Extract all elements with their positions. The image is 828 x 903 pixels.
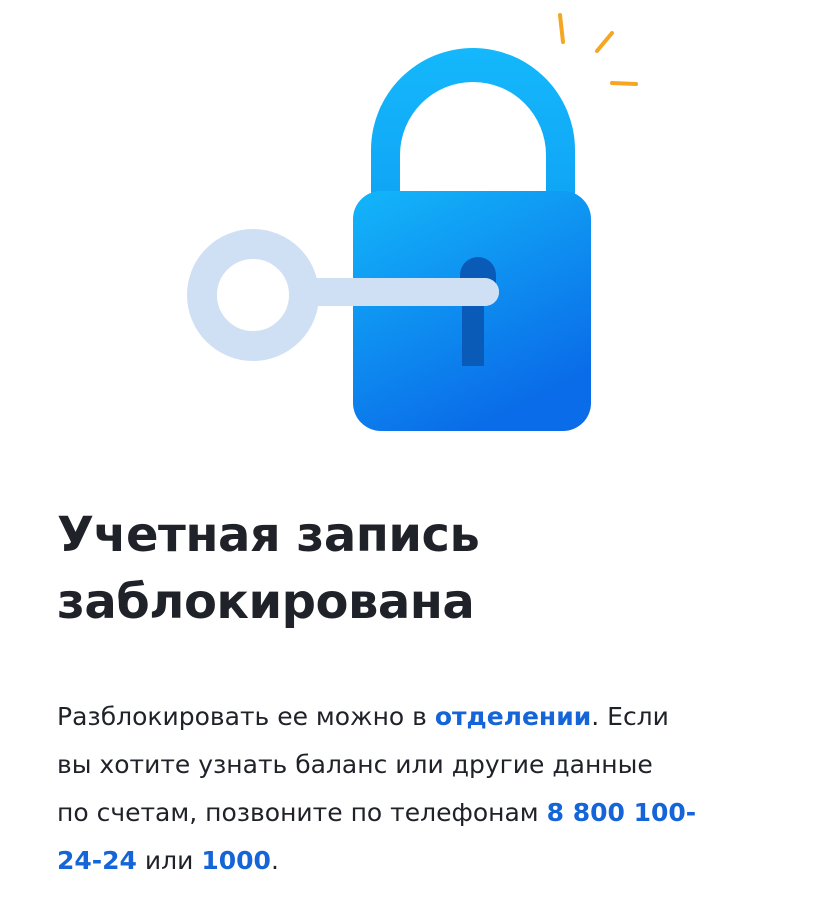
description-text-2: . Если [591, 702, 669, 731]
phone-link-1000[interactable]: 1000 [201, 846, 271, 875]
description-text-5: . [270, 846, 279, 875]
lock-shackle [371, 48, 575, 205]
description-line-3: по счетам, позвоните по телефонам 8 800 … [57, 789, 797, 837]
sparkle-icon [558, 13, 638, 86]
lock-illustration [0, 0, 828, 470]
phone-link-8800-part2[interactable]: 24-24 [57, 846, 137, 875]
phone-link-8800-part1[interactable]: 8 800 100- [547, 798, 697, 827]
title-line-2: заблокирована [57, 574, 475, 630]
description-line-2: вы хотите узнать баланс или другие данны… [57, 750, 653, 779]
description: Разблокировать ее можно в отделении. Есл… [57, 693, 797, 885]
description-line-4: 24-24 или 1000. [57, 837, 797, 885]
padlock-with-key-icon [187, 13, 638, 431]
description-line-1: Разблокировать ее можно в отделении. Есл… [57, 693, 797, 741]
key-ring [187, 229, 319, 361]
description-text-1: Разблокировать ее можно в [57, 702, 435, 731]
page-title: Учетная запись заблокирована [57, 502, 777, 636]
branch-link[interactable]: отделении [435, 702, 591, 731]
title-line-1: Учетная запись [57, 507, 480, 563]
description-text-3: по счетам, позвоните по телефонам [57, 798, 547, 827]
description-text-4: или [136, 846, 202, 875]
